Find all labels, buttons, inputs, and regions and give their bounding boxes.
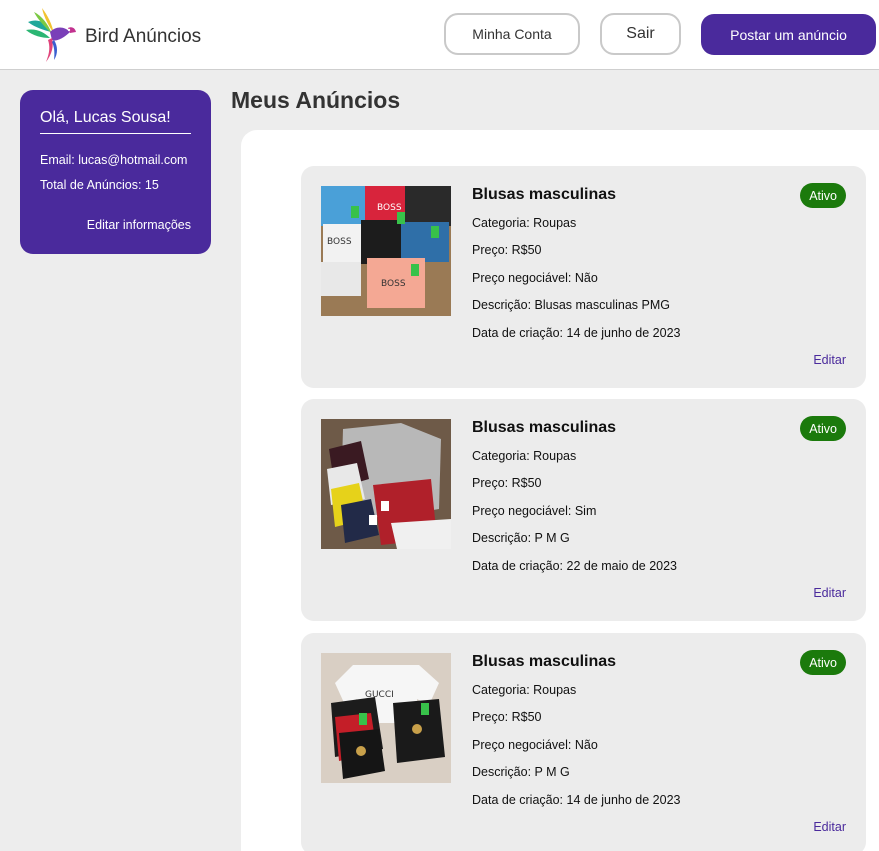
ad-card: BOSS BOSS BOSS Blusas masculinas Ativo C… [301,166,866,388]
ad-created-date: Data de criação: 22 de maio de 2023 [472,559,677,573]
edit-ad-link[interactable]: Editar [813,820,846,834]
page-title: Meus Anúncios [231,87,401,113]
edit-profile-link[interactable]: Editar informações [87,218,191,232]
svg-text:BOSS: BOSS [377,203,402,213]
profile-card: Olá, Lucas Sousa! Email: lucas@hotmail.c… [20,90,211,254]
brand-name[interactable]: Bird Anúncios [85,26,201,48]
ad-price: Preço: R$50 [472,476,542,490]
ad-photo-shirts[interactable]: BOSS BOSS BOSS [321,186,451,316]
ad-photo-shirts[interactable] [321,419,451,549]
ad-price: Preço: R$50 [472,243,542,257]
bird-logo-icon[interactable] [24,8,78,64]
ad-description: Descrição: P M G [472,765,570,779]
ad-category: Categoria: Roupas [472,683,577,697]
ad-created-date: Data de criação: 14 de junho de 2023 [472,326,681,340]
ad-category: Categoria: Roupas [472,216,577,230]
status-badge: Ativo [800,416,846,441]
my-account-button[interactable]: Minha Conta [444,13,580,55]
svg-text:BOSS: BOSS [381,279,406,289]
profile-ads-total: Total de Anúncios: 15 [40,178,159,192]
ad-negotiable: Preço negociável: Não [472,271,598,285]
ad-title: Blusas masculinas [472,653,617,670]
ad-price: Preço: R$50 [472,710,542,724]
svg-text:GUCCI: GUCCI [365,690,394,700]
ad-card: Blusas masculinas Ativo Categoria: Roupa… [301,399,866,621]
ad-description: Descrição: P M G [472,531,570,545]
ad-card: GUCCI Blusas masculinas Ativo Categoria:… [301,633,866,851]
svg-text:BOSS: BOSS [327,237,352,247]
ad-category: Categoria: Roupas [472,449,577,463]
edit-ad-link[interactable]: Editar [813,353,846,367]
ad-description: Descrição: Blusas masculinas PMG [472,298,670,312]
ad-negotiable: Preço negociável: Não [472,738,598,752]
ad-negotiable: Preço negociável: Sim [472,504,597,518]
profile-email: Email: lucas@hotmail.com [40,153,188,167]
status-badge: Ativo [800,650,846,675]
profile-greeting: Olá, Lucas Sousa! [40,109,191,134]
ad-title: Blusas masculinas [472,186,617,203]
top-navbar: Bird Anúncios Minha Conta Sair Postar um… [0,0,879,70]
post-ad-button[interactable]: Postar um anúncio [701,14,876,55]
status-badge: Ativo [800,183,846,208]
ad-photo-shirts[interactable]: GUCCI [321,653,451,783]
logout-button[interactable]: Sair [600,13,681,55]
edit-ad-link[interactable]: Editar [813,586,846,600]
ad-title: Blusas masculinas [472,419,617,436]
ad-created-date: Data de criação: 14 de junho de 2023 [472,793,681,807]
